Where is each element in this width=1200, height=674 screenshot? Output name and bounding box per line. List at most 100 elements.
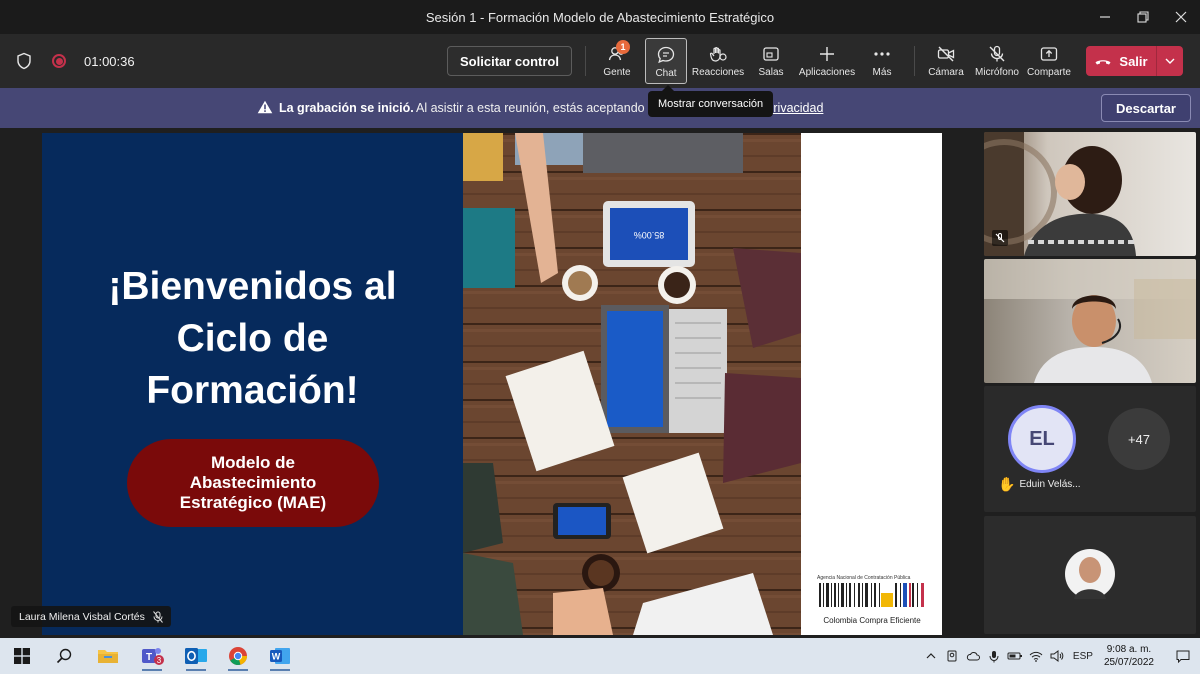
reactions-icon [709,47,727,62]
rooms-label: Salas [758,67,784,78]
recording-banner: La grabación se inició. Al asistir a est… [0,88,1200,128]
breakout-rooms-icon [763,47,779,61]
participant-video [984,259,1196,383]
clock-date: 25/07/2022 [1103,657,1154,668]
request-control-button[interactable]: Solicitar control [447,46,572,76]
meeting-timer: 01:00:36 [84,53,135,69]
clock[interactable]: 9:08 a. m. 25/07/2022 [1104,643,1154,669]
search-button[interactable] [46,641,82,671]
logo-brand-text: Colombia Compra Eficiente [823,616,921,625]
battery-icon[interactable] [1005,651,1026,661]
colombia-compra-logo: Agencia Nacional de Contratación Pública [817,575,927,625]
people-badge: 1 [616,40,630,54]
folder-icon [98,650,118,663]
people-button[interactable]: Gente 1 [598,38,636,84]
barcode-icon [819,583,924,607]
camera-button[interactable]: Cámara [926,38,966,84]
microphone-icon[interactable] [984,650,1005,663]
welcome-line-2: Ciclo de [176,317,329,360]
clock-time: 9:08 a. m. [1106,644,1152,655]
chevron-up-icon[interactable] [921,653,942,659]
participant-video-tile[interactable] [984,132,1196,256]
more-dots-icon [874,52,890,56]
wifi-icon[interactable] [1026,651,1047,662]
presenter-name-tag: Laura Milena Visbal Cortés [11,606,171,627]
plus-icon [820,47,834,61]
pill-line-3: Estratégico (MAE) [179,493,327,512]
table-photo-illustration: 85.00% [463,133,801,635]
chat-button[interactable]: Chat [645,38,687,84]
window-title: Sesión 1 - Formación Modelo de Abastecim… [425,9,775,25]
mic-button[interactable]: Micrófono [973,38,1021,84]
participant-video-tile[interactable] [984,259,1196,383]
svg-text:W: W [272,652,281,662]
meet-now-icon[interactable] [942,650,963,662]
participant-gallery [982,128,1200,638]
hang-up-icon [1095,60,1111,65]
pill-line-2: Abastecimiento [189,473,317,492]
close-icon [1175,11,1187,23]
welcome-heading: ¡Bienvenidos al Ciclo de Formación! [42,261,463,417]
raised-hand-icon: ✋ [998,476,1016,492]
windows-taskbar: T3 W ESP 9:08 a. m. 25/07/2022 [0,638,1200,674]
tablet-percentage: 85.00% [634,230,665,240]
slide-logo-panel: Agencia Nacional de Contratación Pública [801,133,942,635]
file-explorer-button[interactable] [90,641,126,671]
participant-video-tile[interactable] [984,516,1196,634]
recording-icon [52,54,66,68]
leave-button[interactable]: Salir [1086,46,1183,76]
notifications-icon[interactable] [1166,650,1200,663]
participant-name: Eduin Velás... [1019,479,1081,490]
shared-content-stage: ¡Bienvenidos al Ciclo de Formación! Mode… [0,128,982,638]
word-icon: W [270,648,290,664]
teams-icon: T3 [142,648,164,665]
more-label: Más [872,67,892,78]
mic-muted-icon [152,610,163,623]
welcome-line-1: ¡Bienvenidos al [108,265,397,308]
pill-line-1: Modelo de [210,453,296,472]
more-button[interactable]: Más [864,38,900,84]
mic-muted-icon [992,230,1008,246]
svg-text:T: T [146,652,152,663]
teams-taskbar-button[interactable]: T3 [134,641,170,671]
meeting-toolbar: 01:00:36 Solicitar control Gente 1 Chat … [0,34,1200,88]
windows-logo-icon [14,648,30,664]
title-bar: Sesión 1 - Formación Modelo de Abastecim… [0,0,1200,34]
teams-badge: 3 [157,656,162,665]
welcome-line-3: Formación! [146,369,359,412]
shield-icon[interactable] [14,51,34,71]
rooms-button[interactable]: Salas [752,38,790,84]
apps-button[interactable]: Aplicaciones [797,38,857,84]
toolbar-divider [914,46,915,76]
chat-tooltip: Mostrar conversación [648,85,774,117]
input-language[interactable]: ESP [1068,651,1098,662]
banner-text: Al asistir a esta reunión, estás aceptan… [416,101,662,115]
presentation-slide: ¡Bienvenidos al Ciclo de Formación! Mode… [42,133,942,635]
apps-label: Aplicaciones [798,67,856,78]
onedrive-icon[interactable] [963,651,984,661]
leave-options-button[interactable] [1156,46,1183,76]
start-button[interactable] [4,641,40,671]
outlook-taskbar-button[interactable] [178,641,214,671]
restore-icon [1137,11,1149,23]
participant-avatar-el[interactable]: EL [1008,405,1076,473]
dismiss-button[interactable]: Descartar [1101,94,1191,122]
close-button[interactable] [1162,0,1200,34]
reactions-button[interactable]: Reacciones [692,38,744,84]
more-participants-button[interactable]: +47 [1108,408,1170,470]
leave-main[interactable]: Salir [1086,46,1156,76]
people-label: Gente [603,67,631,78]
teams-meeting-window: Sesión 1 - Formación Modelo de Abastecim… [0,0,1200,674]
raised-hand-participant: ✋ Eduin Velás... [998,476,1081,493]
volume-icon[interactable] [1047,650,1068,662]
minimize-button[interactable] [1086,0,1124,34]
share-button[interactable]: Comparte [1026,38,1072,84]
chrome-taskbar-button[interactable] [220,641,256,671]
chat-icon [657,46,675,64]
leave-label: Salir [1119,53,1148,69]
search-icon [56,648,72,664]
warning-icon [257,100,273,114]
restore-button[interactable] [1124,0,1162,34]
course-pill: Modelo de Abastecimiento Estratégico (MA… [127,439,379,527]
word-taskbar-button[interactable]: W [262,641,298,671]
